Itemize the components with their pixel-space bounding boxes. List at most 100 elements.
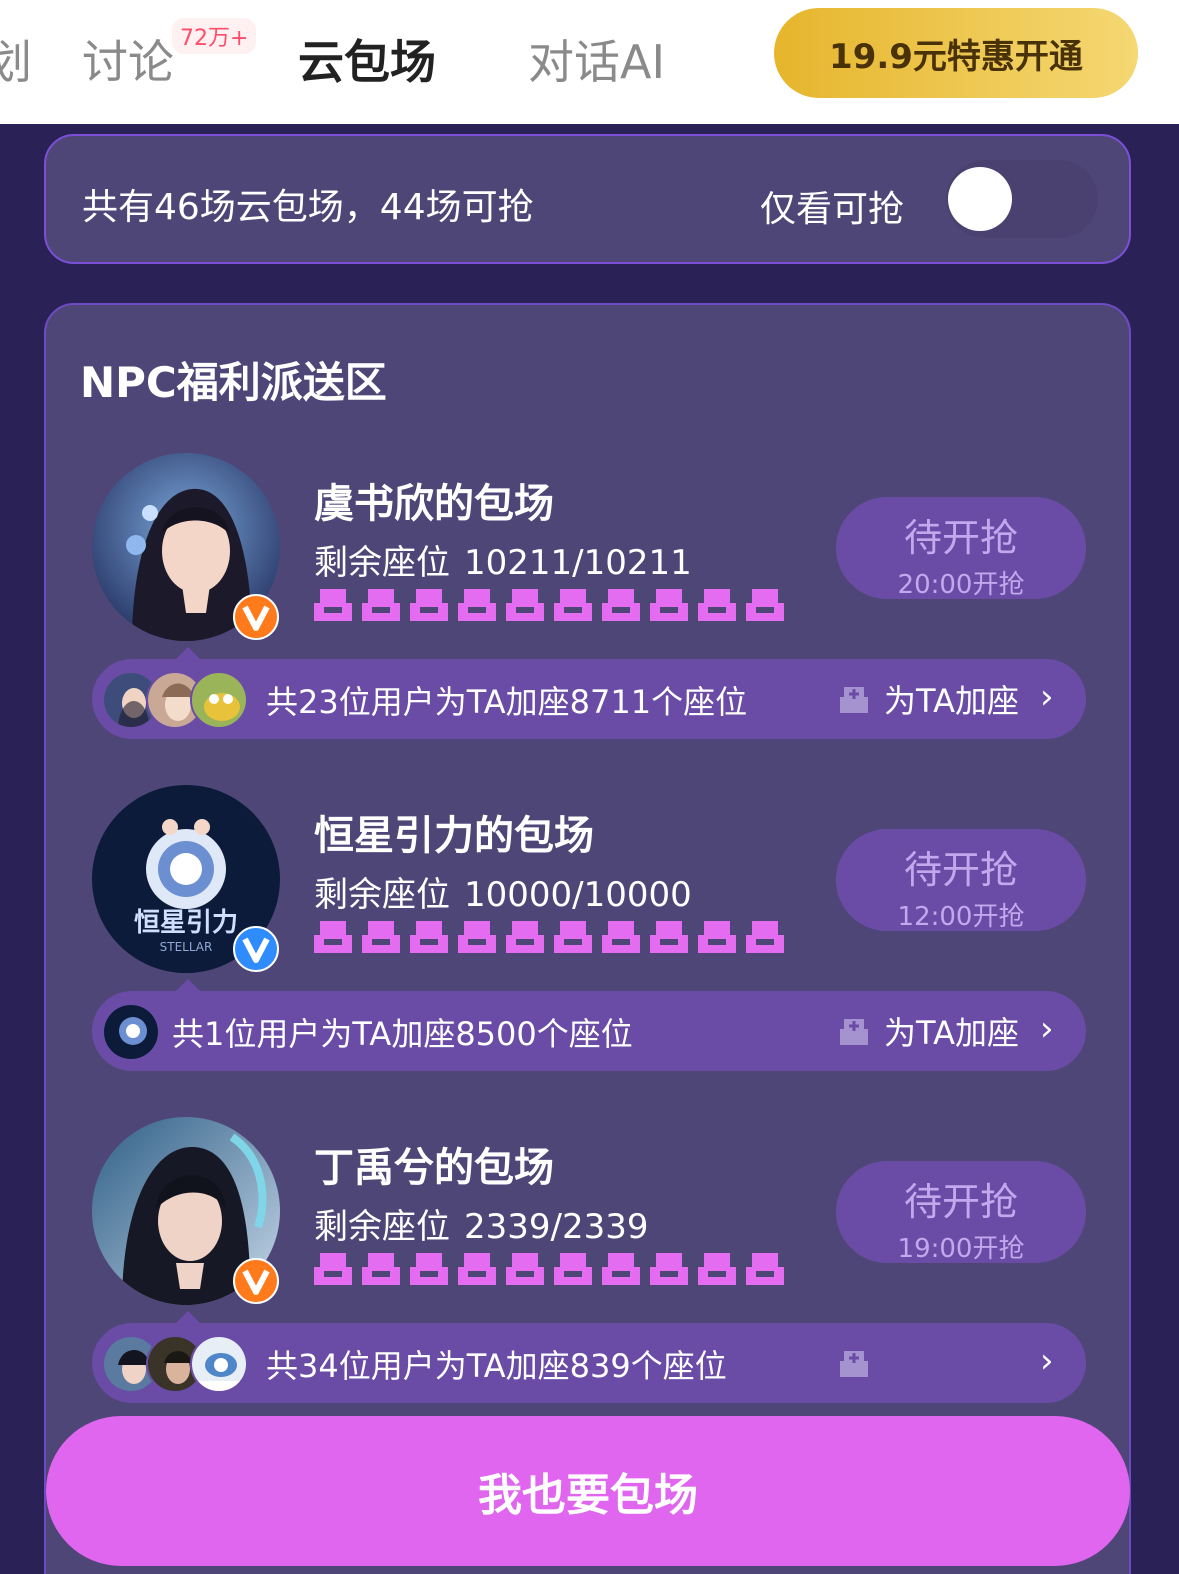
- grab-status: 待开抢: [903, 848, 1018, 892]
- seat-icon: [650, 921, 688, 953]
- supporter-avatar: [190, 671, 248, 729]
- booking-title: 虞书欣的包场: [314, 481, 554, 527]
- grab-start-time: 19:00开抢: [897, 1234, 1025, 1264]
- filter-label: 仅看可抢: [760, 189, 905, 230]
- discussion-count-badge: 72万+: [172, 18, 257, 54]
- seat-icons-row: [314, 919, 794, 955]
- seat-icon: [362, 589, 400, 621]
- remaining-seats: 剩余座位 2339/2339: [314, 1199, 663, 1248]
- tab-partial[interactable]: 划: [0, 26, 32, 92]
- zone-title: NPC福利派送区: [80, 358, 387, 407]
- grab-button[interactable]: 待开抢 20:00开抢: [836, 497, 1086, 600]
- add-seat-label: 为TA加座: [884, 682, 1019, 720]
- svg-text:恒星引力: 恒星引力: [134, 908, 238, 938]
- bubble-pointer: [176, 979, 200, 991]
- seat-icon: [506, 921, 544, 953]
- seat-icon: [602, 1253, 640, 1285]
- chevron-right-icon: ›: [1040, 677, 1054, 717]
- tab-ai-chat[interactable]: 对话AI: [528, 26, 665, 92]
- toggle-knob: [948, 167, 1012, 231]
- supporter-avatar: [102, 1003, 160, 1061]
- svg-text:STELLAR: STELLAR: [160, 940, 213, 954]
- remaining-seats: 剩余座位 10211/10211: [314, 535, 706, 584]
- bubble-pointer: [176, 1311, 200, 1323]
- npc-welfare-zone: NPC福利派送区 虞书欣的包场 剩余座位 10211/10211 待开抢 20:…: [44, 303, 1131, 1574]
- create-booking-button[interactable]: 我也要包场: [46, 1416, 1130, 1566]
- seat-icon: [410, 921, 448, 953]
- seat-icon: [554, 1253, 592, 1285]
- grab-start-time: 20:00开抢: [897, 570, 1025, 600]
- seat-icon: [746, 921, 784, 953]
- remaining-seats-label: 剩余座位: [314, 543, 450, 583]
- seat-icon: [314, 1253, 352, 1285]
- summary-count-text: 共有46场云包场，44场可抢: [82, 187, 534, 228]
- grab-button[interactable]: 待开抢 19:00开抢: [836, 1161, 1086, 1264]
- booking-title: 恒星引力的包场: [314, 813, 594, 859]
- grab-button[interactable]: 待开抢 12:00开抢: [836, 829, 1086, 932]
- supporters-bar[interactable]: 共1位用户为TA加座8500个座位 为TA加座 ›: [92, 991, 1086, 1071]
- add-seat-label: 为TA加座: [884, 1014, 1019, 1052]
- seat-icons-row: [314, 1251, 794, 1287]
- supporters-summary: 共1位用户为TA加座8500个座位: [172, 1015, 633, 1053]
- seat-icons-row: [314, 587, 794, 623]
- grab-status: 待开抢: [903, 1180, 1018, 1224]
- seat-icon: [698, 1253, 736, 1285]
- filter-available-toggle[interactable]: [946, 160, 1098, 238]
- seat-icon: [458, 1253, 496, 1285]
- add-seat-icon: [840, 687, 868, 713]
- seat-icon: [458, 589, 496, 621]
- add-seat-button[interactable]: [834, 1341, 884, 1385]
- seat-icon: [314, 589, 352, 621]
- add-seat-button[interactable]: 为TA加座: [834, 677, 1019, 721]
- remaining-seats-label: 剩余座位: [314, 875, 450, 915]
- seat-icon: [314, 921, 352, 953]
- seat-icon: [602, 921, 640, 953]
- verified-badge-icon: [232, 925, 280, 973]
- seat-icon: [506, 1253, 544, 1285]
- seat-icon: [362, 1253, 400, 1285]
- remaining-seats-label: 剩余座位: [314, 1207, 450, 1247]
- seat-icon: [506, 589, 544, 621]
- remaining-seats-value: 10000/10000: [464, 875, 692, 915]
- supporters-bar[interactable]: 共23位用户为TA加座8711个座位 为TA加座 ›: [92, 659, 1086, 739]
- supporters-bar[interactable]: 共34位用户为TA加座839个座位 ›: [92, 1323, 1086, 1403]
- add-seat-icon: [840, 1351, 868, 1377]
- grab-status: 待开抢: [903, 516, 1018, 560]
- tab-discussion[interactable]: 讨论: [82, 26, 174, 92]
- remaining-seats-value: 10211/10211: [464, 543, 692, 583]
- seat-icon: [458, 921, 496, 953]
- bubble-pointer: [176, 647, 200, 659]
- remaining-seats-value: 2339/2339: [464, 1207, 649, 1247]
- booking-title: 丁禹兮的包场: [314, 1145, 554, 1191]
- booking-entry: 恒星引力 STELLAR 恒星引力的包场 剩余座位 10000/10000 待开抢…: [46, 785, 1129, 1085]
- supporter-avatar: [190, 1335, 248, 1393]
- booking-entry: 丁禹兮的包场 剩余座位 2339/2339 待开抢 19:00开抢 共34位用户为…: [46, 1117, 1129, 1417]
- seat-icon: [602, 589, 640, 621]
- seat-icon: [362, 921, 400, 953]
- grab-start-time: 12:00开抢: [897, 902, 1025, 932]
- tab-cloud-booking[interactable]: 云包场: [298, 26, 436, 92]
- seat-icon: [746, 589, 784, 621]
- top-tab-bar: 划 讨论 72万+ 云包场 对话AI 19.9元特惠开通: [0, 0, 1179, 124]
- seat-icon: [554, 921, 592, 953]
- seat-icon: [650, 589, 688, 621]
- verified-badge-icon: [232, 593, 280, 641]
- supporters-summary: 共34位用户为TA加座839个座位: [266, 1347, 727, 1385]
- summary-card: 共有46场云包场，44场可抢 仅看可抢: [44, 134, 1131, 264]
- chevron-right-icon: ›: [1040, 1341, 1054, 1381]
- seat-icon: [554, 589, 592, 621]
- seat-icon: [698, 921, 736, 953]
- remaining-seats: 剩余座位 10000/10000: [314, 867, 706, 916]
- promo-subscribe-button[interactable]: 19.9元特惠开通: [774, 8, 1138, 98]
- verified-badge-icon: [232, 1257, 280, 1305]
- seat-icon: [650, 1253, 688, 1285]
- seat-icon: [746, 1253, 784, 1285]
- chevron-right-icon: ›: [1040, 1009, 1054, 1049]
- seat-icon: [410, 1253, 448, 1285]
- add-seat-button[interactable]: 为TA加座: [834, 1009, 1019, 1053]
- seat-icon: [698, 589, 736, 621]
- add-seat-icon: [840, 1019, 868, 1045]
- supporters-summary: 共23位用户为TA加座8711个座位: [266, 683, 748, 721]
- booking-entry: 虞书欣的包场 剩余座位 10211/10211 待开抢 20:00开抢 共23位用…: [46, 453, 1129, 753]
- seat-icon: [410, 589, 448, 621]
